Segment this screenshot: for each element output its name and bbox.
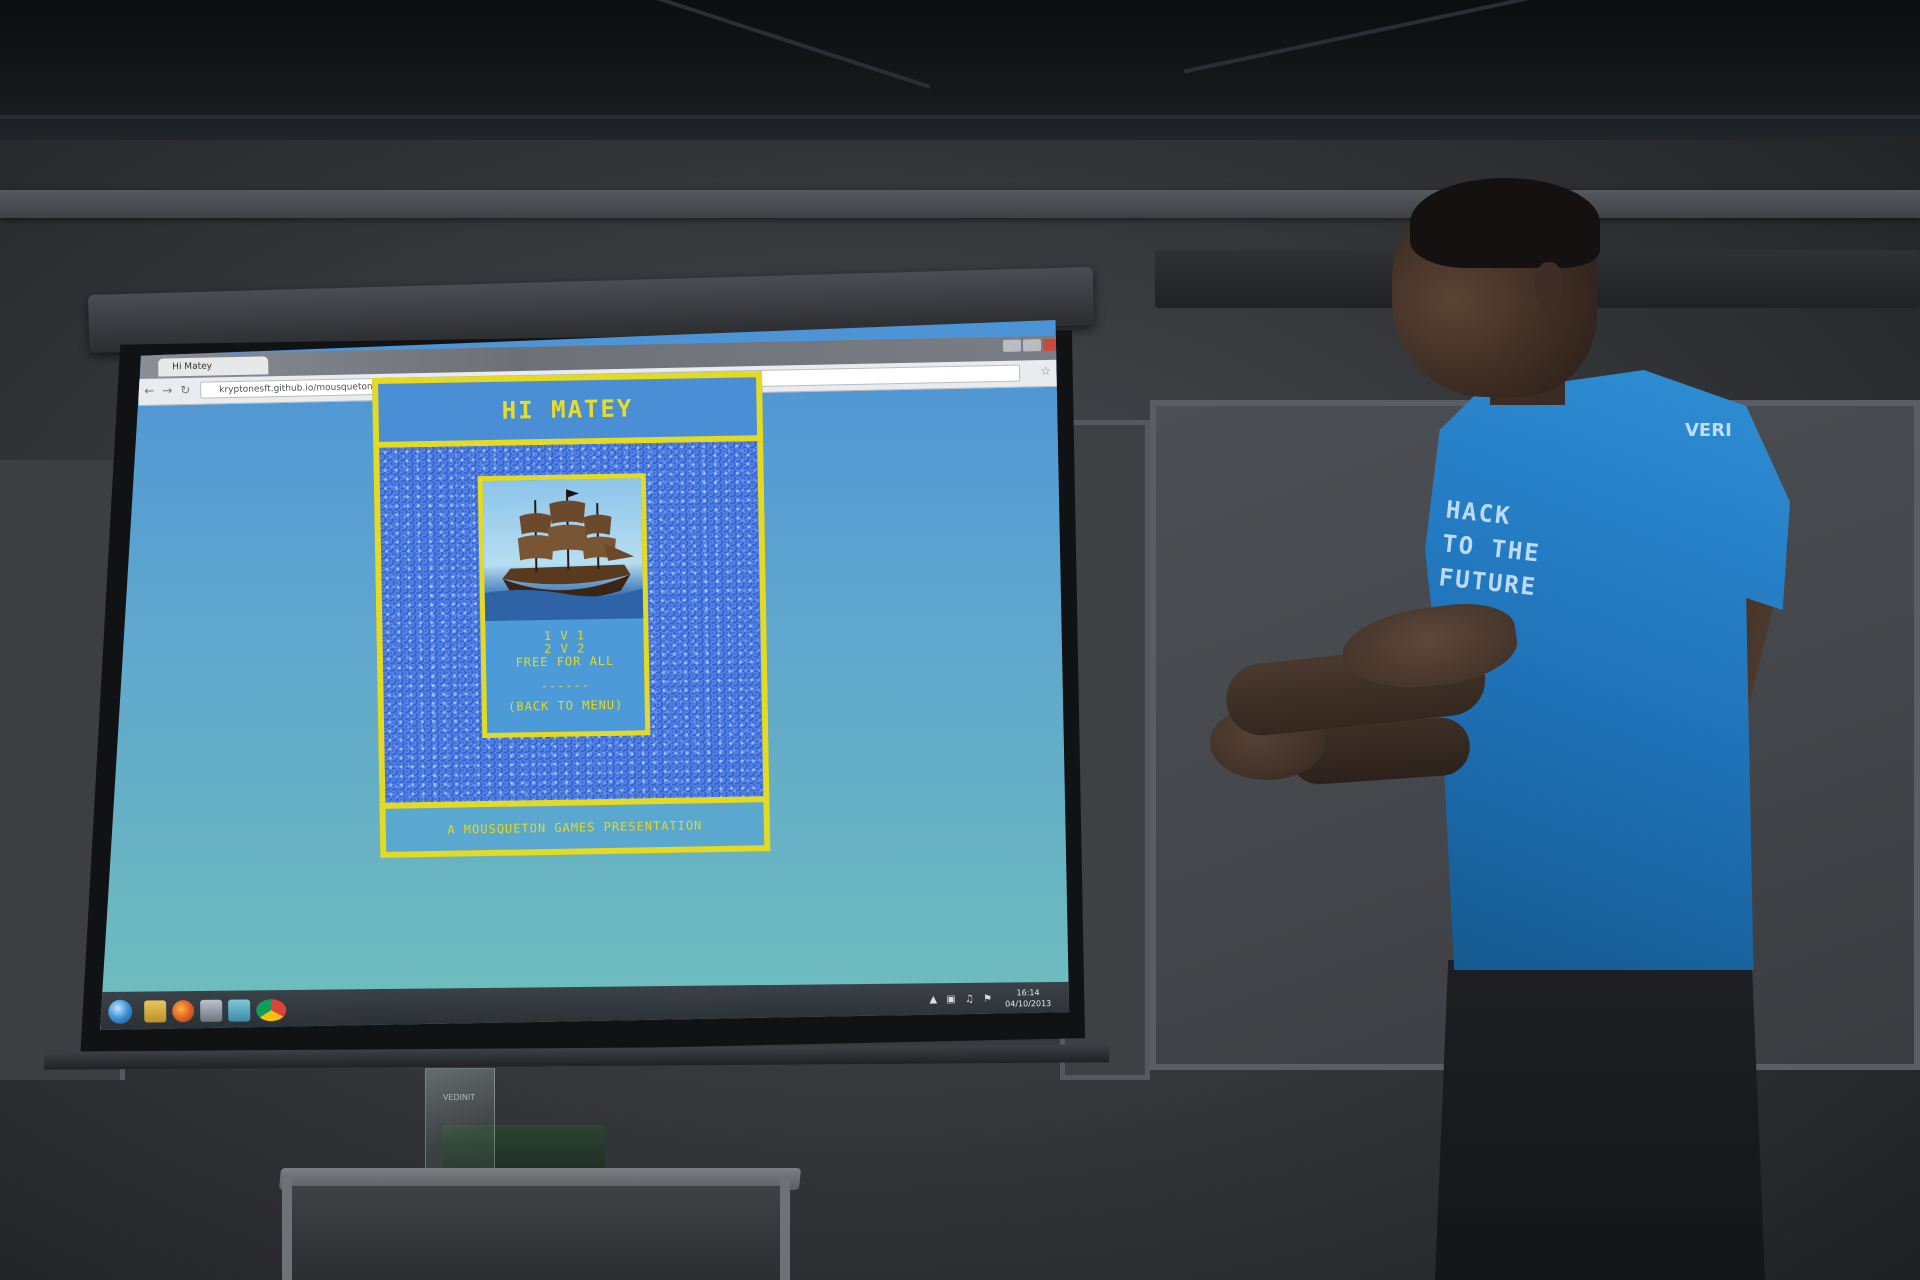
clock-date: 04/10/2013 xyxy=(1005,999,1052,1009)
presenter-hair xyxy=(1410,178,1600,268)
browser-tab-title: Hi Matey xyxy=(172,361,213,373)
ceiling-beam xyxy=(0,115,1920,119)
glass-trophy xyxy=(425,1068,495,1180)
table-body xyxy=(290,1186,790,1280)
game-footer-box: A MOUSQUETON GAMES PRESENTATION xyxy=(379,796,771,858)
wall-trim-rail xyxy=(0,190,1920,218)
menu-separator: ------ xyxy=(540,678,591,694)
folder-icon[interactable] xyxy=(144,1000,167,1023)
forward-arrow-icon[interactable]: → xyxy=(162,383,172,397)
back-to-menu-link[interactable]: (BACK TO MENU) xyxy=(487,698,645,714)
bookmark-star-icon[interactable]: ☆ xyxy=(1040,364,1051,378)
windows-start-icon[interactable] xyxy=(108,999,133,1024)
table-leg xyxy=(282,1175,292,1280)
shirt-brand: VERI xyxy=(1685,420,1732,441)
window-controls xyxy=(1002,338,1062,354)
projected-desktop: Hi Matey ← → ↻ kryptonesft.github.io/mou… xyxy=(100,320,1070,1030)
window-icon[interactable] xyxy=(228,999,251,1022)
presenter-ear xyxy=(1535,262,1563,307)
presenter-legs xyxy=(1435,960,1765,1280)
chrome-icon[interactable] xyxy=(256,999,287,1022)
ceiling xyxy=(0,0,1920,140)
firefox-icon[interactable] xyxy=(172,1000,195,1023)
menu-card: 1 V 1 2 V 2 FREE FOR ALL ------ (BACK TO… xyxy=(477,473,651,739)
trophy-label: VEDINIT xyxy=(442,1093,476,1102)
menu-option-free-for-all[interactable]: FREE FOR ALL xyxy=(486,654,644,670)
browser-tab[interactable]: Hi Matey xyxy=(158,356,269,377)
game-title-box: HI MATEY xyxy=(372,371,764,448)
game-footer-text: A MOUSQUETON GAMES PRESENTATION xyxy=(447,817,703,837)
pirate-ship-icon xyxy=(484,489,644,622)
reload-icon[interactable]: ↻ xyxy=(180,383,190,397)
taskbar-clock[interactable]: 16:14 04/10/2013 xyxy=(1003,987,1053,1010)
clock-time: 16:14 xyxy=(1016,988,1040,998)
game-title: HI MATEY xyxy=(501,394,634,425)
back-arrow-icon[interactable]: ← xyxy=(144,384,154,398)
table-leg xyxy=(780,1175,790,1280)
minimize-button[interactable] xyxy=(1002,339,1022,352)
media-player-icon[interactable] xyxy=(200,999,223,1022)
sea-background: 1 V 1 2 V 2 FREE FOR ALL ------ (BACK TO… xyxy=(373,441,770,803)
game-menu: HI MATEY 1 V 1 2 V 2 FREE FOR ALL ------… xyxy=(372,371,771,858)
system-tray-icons[interactable]: ▲ ▣ ♫ ⚑ xyxy=(929,994,995,1006)
pirate-ship-image xyxy=(482,478,644,622)
photo-scene: Hi Matey ← → ↻ kryptonesft.github.io/mou… xyxy=(0,0,1920,1280)
maximize-button[interactable] xyxy=(1022,339,1042,352)
